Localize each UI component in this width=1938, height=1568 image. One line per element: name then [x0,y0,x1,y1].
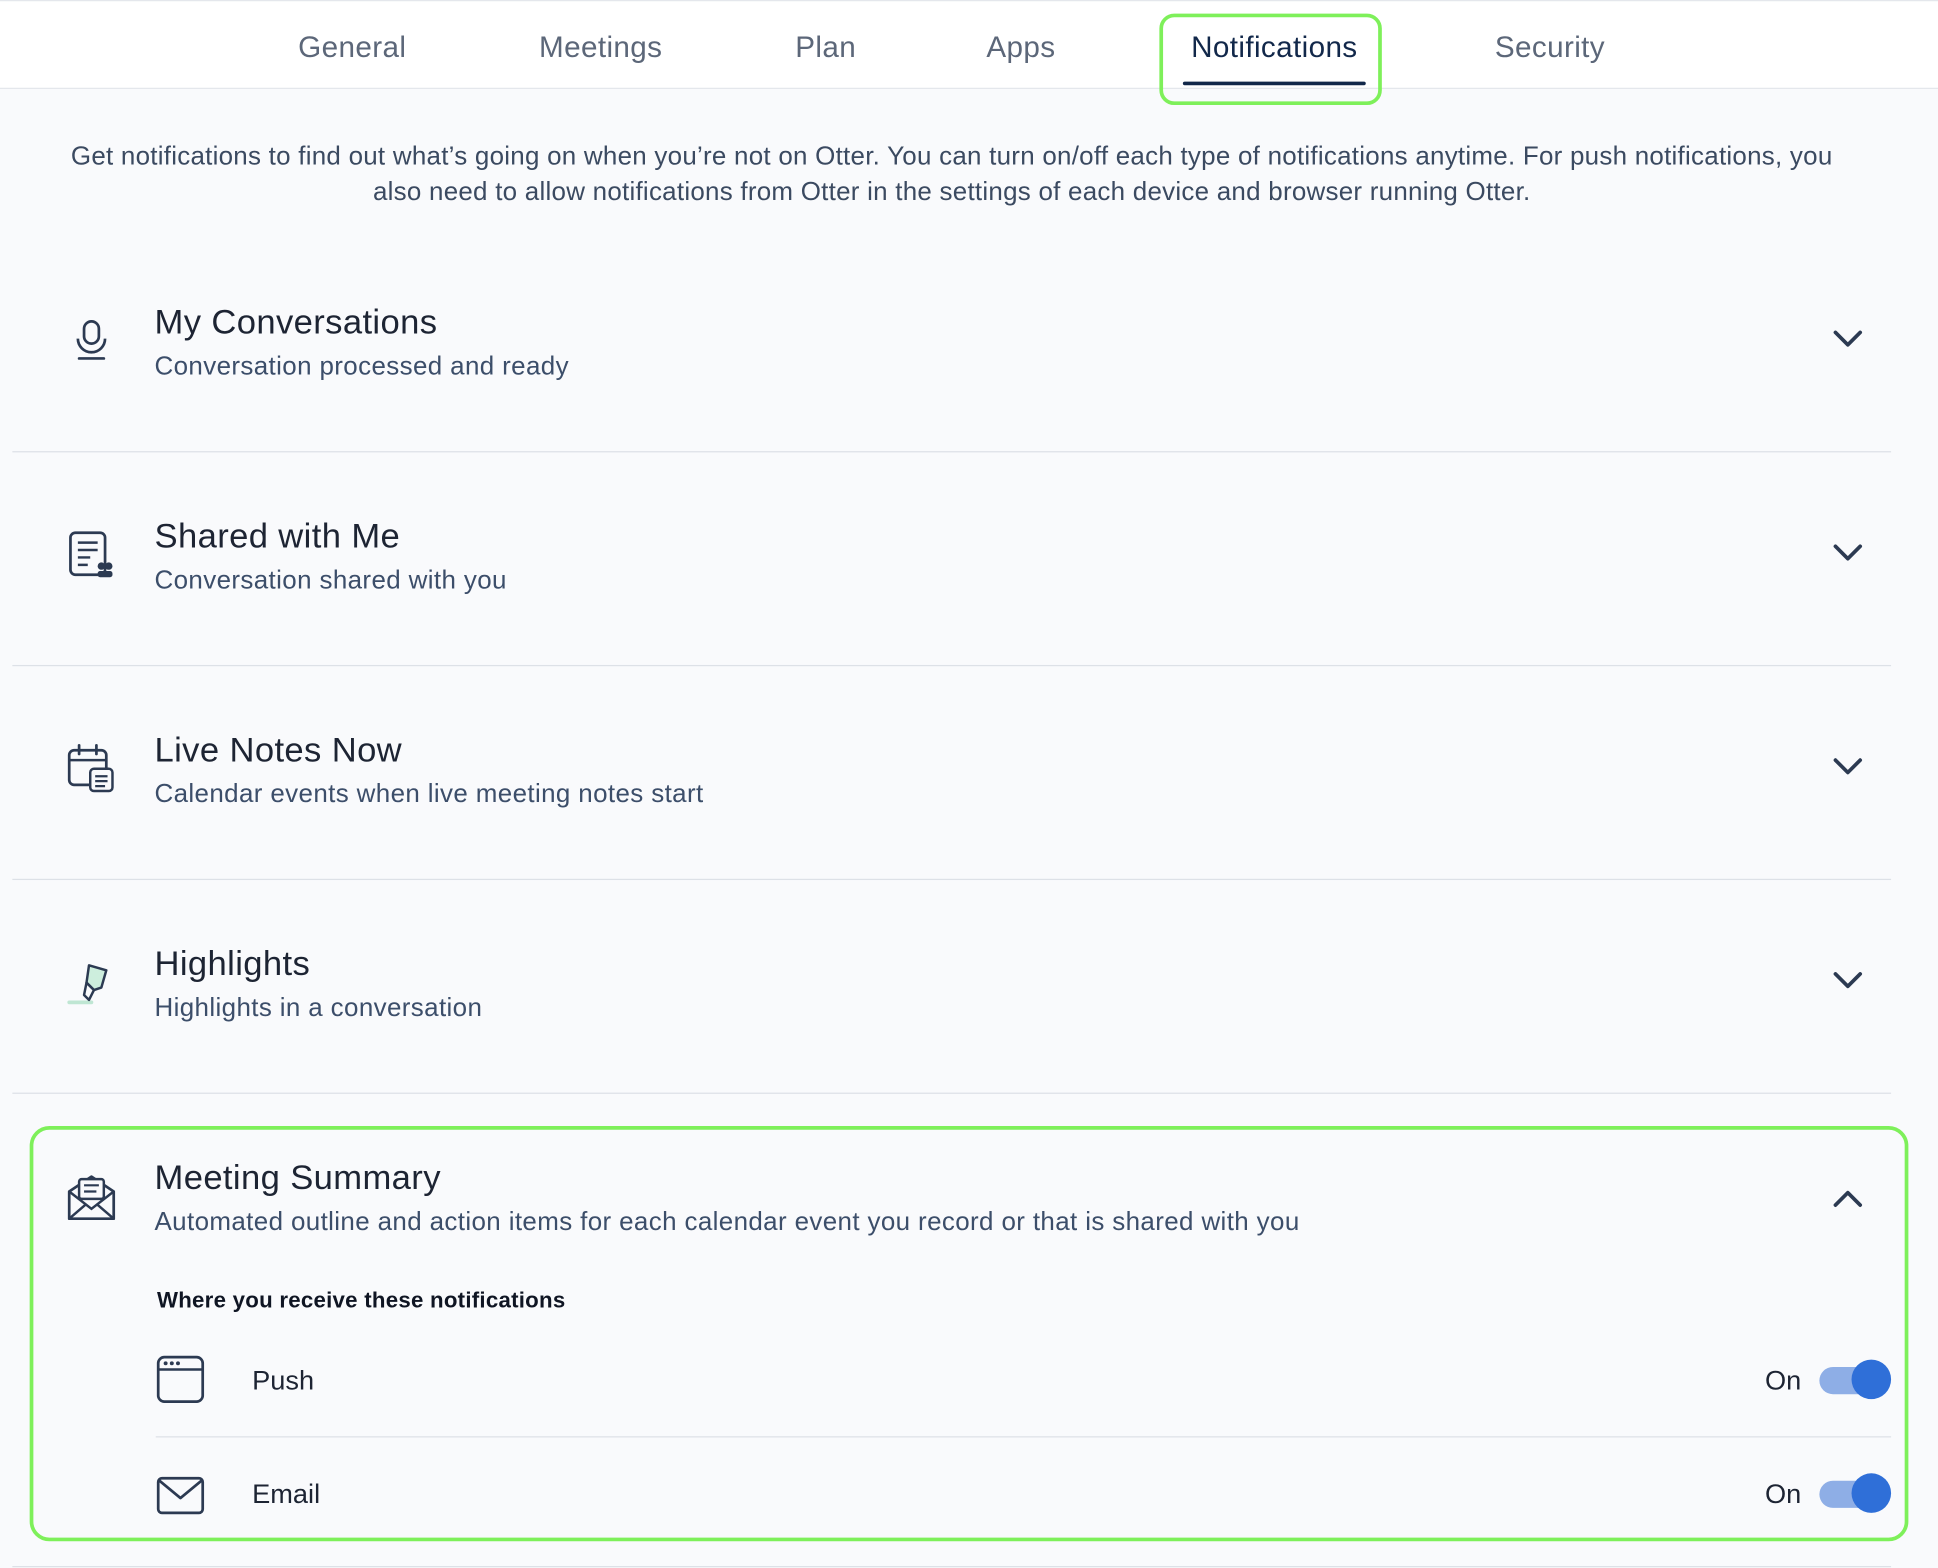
tab-plan[interactable]: Plan [787,1,864,90]
section-subtitle: Conversation processed and ready [154,352,569,381]
toggle-knob [1851,1359,1892,1400]
browser-window-icon [156,1355,205,1403]
channel-divider [155,1436,1892,1438]
toggle-knob [1851,1473,1892,1513]
chevron-down-icon[interactable] [1827,318,1869,360]
tab-notifications[interactable]: Notifications [1182,1,1366,90]
chevron-up-icon[interactable] [1827,1178,1869,1220]
envelope-open-icon [67,1175,116,1221]
section-title: Highlights [154,944,311,983]
email-toggle[interactable] [1819,1473,1892,1513]
chevron-down-icon[interactable] [1827,531,1869,573]
section-title: Shared with Me [154,516,401,555]
channel-row-email: Email On [156,1439,1892,1550]
tab-general[interactable]: General [292,1,413,90]
section-my-conversations[interactable]: My Conversations Conversation processed … [12,247,1892,453]
channel-state: On [1765,1478,1802,1510]
where-you-receive-label: Where you receive these notifications [156,1287,566,1313]
section-subtitle: Automated outline and action items for e… [154,1207,1300,1236]
microphone-icon [76,320,107,360]
section-subtitle: Highlights in a conversation [154,993,483,1023]
chevron-down-icon[interactable] [1827,745,1869,787]
push-toggle[interactable] [1819,1359,1892,1400]
calendar-notes-icon [67,743,114,793]
section-highlights[interactable]: Highlights Highlights in a conversation [12,879,1892,1094]
channel-label: Push [252,1364,315,1396]
channel-state: On [1765,1364,1802,1396]
section-live-notes-now[interactable]: Live Notes Now Calendar events when live… [12,665,1892,881]
section-shared-with-me[interactable]: Shared with Me Conversation shared with … [12,451,1892,667]
tab-security[interactable]: Security [1488,1,1612,90]
section-subtitle: Conversation shared with you [154,566,507,595]
section-title: Live Notes Now [154,730,403,769]
tab-apps[interactable]: Apps [979,1,1063,90]
settings-tabs: General Meetings Plan Apps Notifications… [0,0,1938,89]
notifications-intro: Get notifications to find out what’s goi… [70,142,1833,207]
channel-row-push: Push On [156,1325,1892,1436]
section-subtitle: Calendar events when live meeting notes … [154,779,704,809]
channel-label: Email [252,1478,321,1510]
mail-icon [156,1476,205,1515]
tab-meetings[interactable]: Meetings [531,1,669,90]
chevron-down-icon[interactable] [1827,959,1869,1001]
section-title: My Conversations [154,302,438,342]
section-divider [12,1566,1892,1568]
shared-document-icon [69,531,113,578]
section-title: Meeting Summary [154,1158,441,1197]
highlighter-icon [67,964,108,1005]
